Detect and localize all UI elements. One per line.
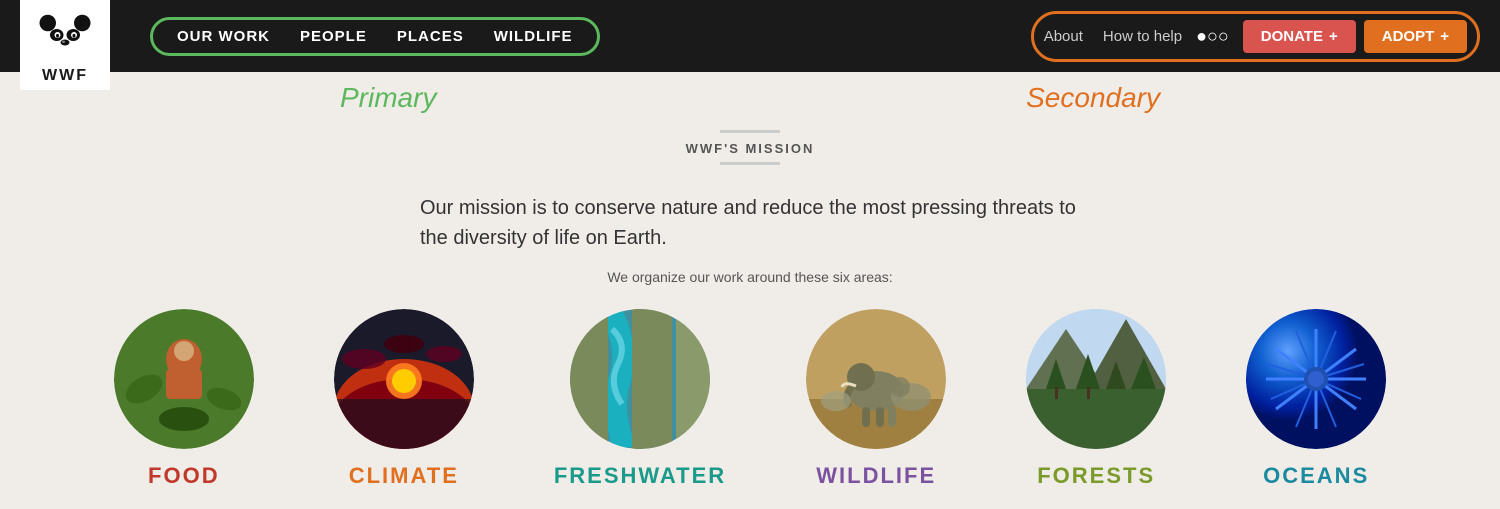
nav-people[interactable]: PEOPLE: [300, 28, 367, 45]
panda-icon: [35, 5, 95, 65]
oceans-label: OCEANS: [1263, 463, 1369, 489]
climate-circle: [334, 309, 474, 449]
navbar: WWF OUR WORK PEOPLE PLACES WILDLIFE Abou…: [0, 0, 1500, 72]
nav-wildlife[interactable]: WILDLIFE: [494, 28, 573, 45]
area-oceans[interactable]: OCEANS: [1246, 309, 1386, 489]
logo[interactable]: WWF: [20, 0, 110, 90]
area-forests[interactable]: FORESTS: [1026, 309, 1166, 489]
wwf-logo-text: WWF: [42, 67, 88, 85]
area-food[interactable]: FOOD: [114, 309, 254, 489]
secondary-label: Secondary: [1026, 82, 1160, 114]
mission-title: WWF'S MISSION: [0, 141, 1500, 156]
divider-bottom: [720, 162, 780, 165]
area-climate[interactable]: CLIMATE: [334, 309, 474, 489]
mission-section: WWF'S MISSION: [0, 120, 1500, 193]
areas-row: FOOD CLIMATE: [0, 309, 1500, 509]
forests-circle: [1026, 309, 1166, 449]
nav-our-work[interactable]: OUR WORK: [177, 28, 270, 45]
organize-text: We organize our work around these six ar…: [0, 269, 1500, 285]
climate-label: CLIMATE: [349, 463, 459, 489]
primary-nav: OUR WORK PEOPLE PLACES WILDLIFE: [150, 17, 600, 56]
secondary-nav: About How to help ●○○ DONATE + ADOPT +: [1031, 11, 1480, 62]
area-freshwater[interactable]: FRESHWATER: [554, 309, 726, 489]
nav-about[interactable]: About: [1044, 28, 1083, 45]
secondary-text-links: About How to help: [1044, 28, 1182, 45]
forests-label: FORESTS: [1037, 463, 1155, 489]
wildlife-label: WILDLIFE: [816, 463, 936, 489]
adopt-button[interactable]: ADOPT +: [1364, 20, 1467, 53]
nav-places[interactable]: PLACES: [397, 28, 464, 45]
wildlife-circle: [806, 309, 946, 449]
area-wildlife[interactable]: WILDLIFE: [806, 309, 946, 489]
food-label: FOOD: [148, 463, 220, 489]
oceans-circle: [1246, 309, 1386, 449]
food-circle: [114, 309, 254, 449]
nav-labels: Primary Secondary: [0, 72, 1500, 120]
primary-label: Primary: [340, 82, 436, 114]
donate-button[interactable]: DONATE +: [1243, 20, 1356, 53]
nav-how-to-help[interactable]: How to help: [1103, 28, 1182, 45]
freshwater-circle: [570, 309, 710, 449]
freshwater-label: FRESHWATER: [554, 463, 726, 489]
search-icon[interactable]: ●○○: [1196, 26, 1229, 47]
mission-text: Our mission is to conserve nature and re…: [200, 193, 1300, 253]
divider-top: [720, 130, 780, 133]
